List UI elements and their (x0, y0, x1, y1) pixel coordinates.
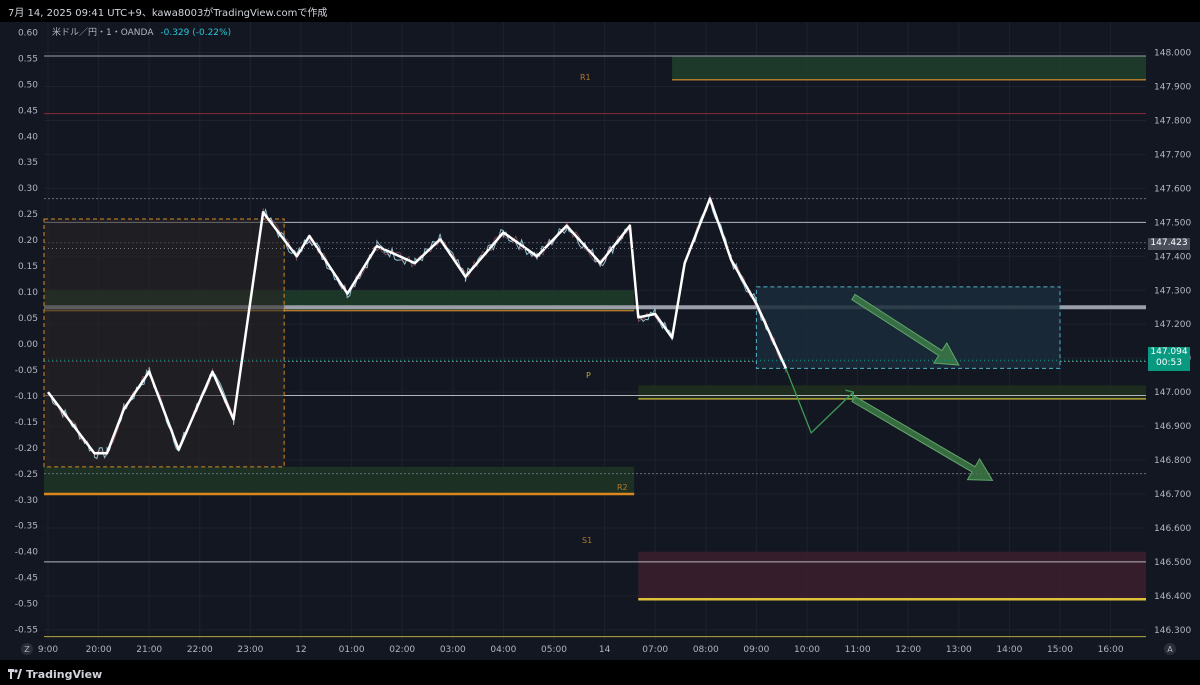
tradingview-chart-app: 7月 14, 2025 09:41 UTC+9、kawa8003がTrading… (0, 0, 1200, 685)
zone-r2 (44, 466, 635, 494)
time-axis-tick: 23:00 (237, 645, 263, 655)
time-axis-tick: 09:00 (743, 645, 769, 655)
symbol-name: 米ドル／円・1・OANDA (52, 28, 154, 38)
left-axis-tick: -0.40 (15, 548, 39, 558)
left-axis-tick: -0.05 (15, 366, 38, 376)
right-axis-tick: 146.300 (1154, 626, 1191, 636)
auto-scale-button-label: A (1167, 645, 1173, 654)
right-axis-tick: 147.200 (1154, 320, 1191, 330)
left-axis-tick: 0.05 (18, 314, 38, 324)
time-axis-tick: 20:00 (86, 645, 112, 655)
time-axis-tick: 12 (295, 645, 306, 655)
last-price-value: 147.094 (1150, 347, 1188, 357)
time-axis-tick: 03:00 (440, 645, 466, 655)
range-box (43, 218, 285, 468)
right-axis-tick: 146.400 (1154, 592, 1191, 602)
time-axis-tick: 14 (599, 645, 611, 655)
brand-name: TradingView (26, 667, 103, 681)
right-axis-tick: 148.000 (1154, 49, 1191, 59)
pivot-label-p: P (586, 371, 591, 380)
left-axis-tick: 0.55 (18, 54, 38, 64)
symbol-legend[interactable]: 米ドル／円・1・OANDA -0.329 (-0.22%) (52, 25, 231, 38)
last-price-tag: 147.094 00:53 (1148, 347, 1190, 371)
right-axis-tick: 146.800 (1154, 456, 1191, 466)
left-axis-tick: 0.40 (18, 132, 38, 142)
price-change: -0.329 (-0.22%) (160, 28, 232, 38)
time-axis-tick: 13:00 (946, 645, 972, 655)
time-axis-tick: 11:00 (845, 645, 871, 655)
time-axis-tick: 16:00 (1098, 645, 1124, 655)
time-axis-tick: 08:00 (693, 645, 719, 655)
time-axis-tick: 01:00 (339, 645, 365, 655)
right-axis-tick: 147.900 (1154, 83, 1191, 93)
time-axis-tick: 14:00 (996, 645, 1022, 655)
right-axis-tick: 147.700 (1154, 150, 1191, 160)
time-axis-tick: 10:00 (794, 645, 820, 655)
z-button-label: Z (24, 645, 30, 654)
tradingview-logo[interactable]: TradingView (8, 666, 102, 682)
current-price-value: 147.423 (1150, 238, 1188, 248)
left-axis-tick: -0.50 (15, 600, 39, 610)
right-axis-tick: 147.500 (1154, 218, 1191, 228)
zone-p (638, 385, 1146, 399)
right-axis-tick: 147.300 (1154, 286, 1191, 296)
footer-bar (0, 660, 1200, 685)
right-axis-panel (1146, 22, 1200, 640)
left-axis-tick: -0.35 (15, 522, 38, 532)
left-axis-tick: -0.10 (15, 392, 39, 402)
left-axis-tick: 0.60 (18, 28, 38, 38)
right-axis-tick: 147.000 (1154, 388, 1191, 398)
zone-r1 (672, 55, 1146, 80)
right-axis-tick: 146.700 (1154, 490, 1191, 500)
right-axis-tick: 147.800 (1154, 116, 1191, 126)
left-axis-tick: -0.20 (15, 444, 39, 454)
right-axis-tick: 147.400 (1154, 252, 1191, 262)
time-axis-tick: 07:00 (642, 645, 668, 655)
left-axis-tick: 0.15 (18, 262, 38, 272)
pivot-label-r2: R2 (617, 483, 628, 492)
left-axis-tick: 0.30 (18, 184, 38, 194)
zone-s1 (638, 551, 1146, 600)
time-axis-tick: 15:00 (1047, 645, 1073, 655)
left-axis-tick: 0.00 (18, 340, 38, 350)
time-axis-tick: 05:00 (541, 645, 567, 655)
price-chart[interactable]: 148.000 147.900 147.800 147.700 147.600 147.5… (0, 0, 1200, 685)
left-axis-tick: 0.20 (18, 236, 38, 246)
candle-countdown: 00:53 (1156, 358, 1182, 368)
pivot-label-r1: R1 (580, 73, 591, 82)
left-axis-tick: 0.45 (18, 106, 38, 116)
time-axis-tick: 21:00 (136, 645, 162, 655)
right-axis-tick: 147.600 (1154, 184, 1191, 194)
time-axis-tick: 02:00 (389, 645, 415, 655)
right-axis-tick: 146.600 (1154, 524, 1191, 534)
left-axis-tick: 0.25 (18, 210, 38, 220)
right-axis-tick: 146.500 (1154, 558, 1191, 568)
left-axis-tick: 0.50 (18, 80, 38, 90)
time-axis-tick: 12:00 (895, 645, 921, 655)
left-axis-tick: -0.55 (15, 626, 38, 636)
right-axis-tick: 146.900 (1154, 422, 1191, 432)
left-axis-tick: -0.25 (15, 470, 38, 480)
tradingview-logo-icon (8, 669, 22, 679)
left-axis-tick: 0.35 (18, 158, 38, 168)
current-price-tag: 147.423 (1148, 238, 1190, 250)
left-axis-tick: -0.30 (15, 496, 39, 506)
left-axis-tick: 0.10 (18, 288, 38, 298)
time-axis-tick: 22:00 (187, 645, 213, 655)
left-axis-tick: -0.45 (15, 574, 38, 584)
left-axis-tick: -0.15 (15, 418, 38, 428)
time-axis-tick: 04:00 (490, 645, 516, 655)
pivot-label-s1: S1 (582, 536, 593, 545)
time-axis-tick: 9:00 (38, 645, 58, 655)
forecast-box (755, 286, 1061, 369)
